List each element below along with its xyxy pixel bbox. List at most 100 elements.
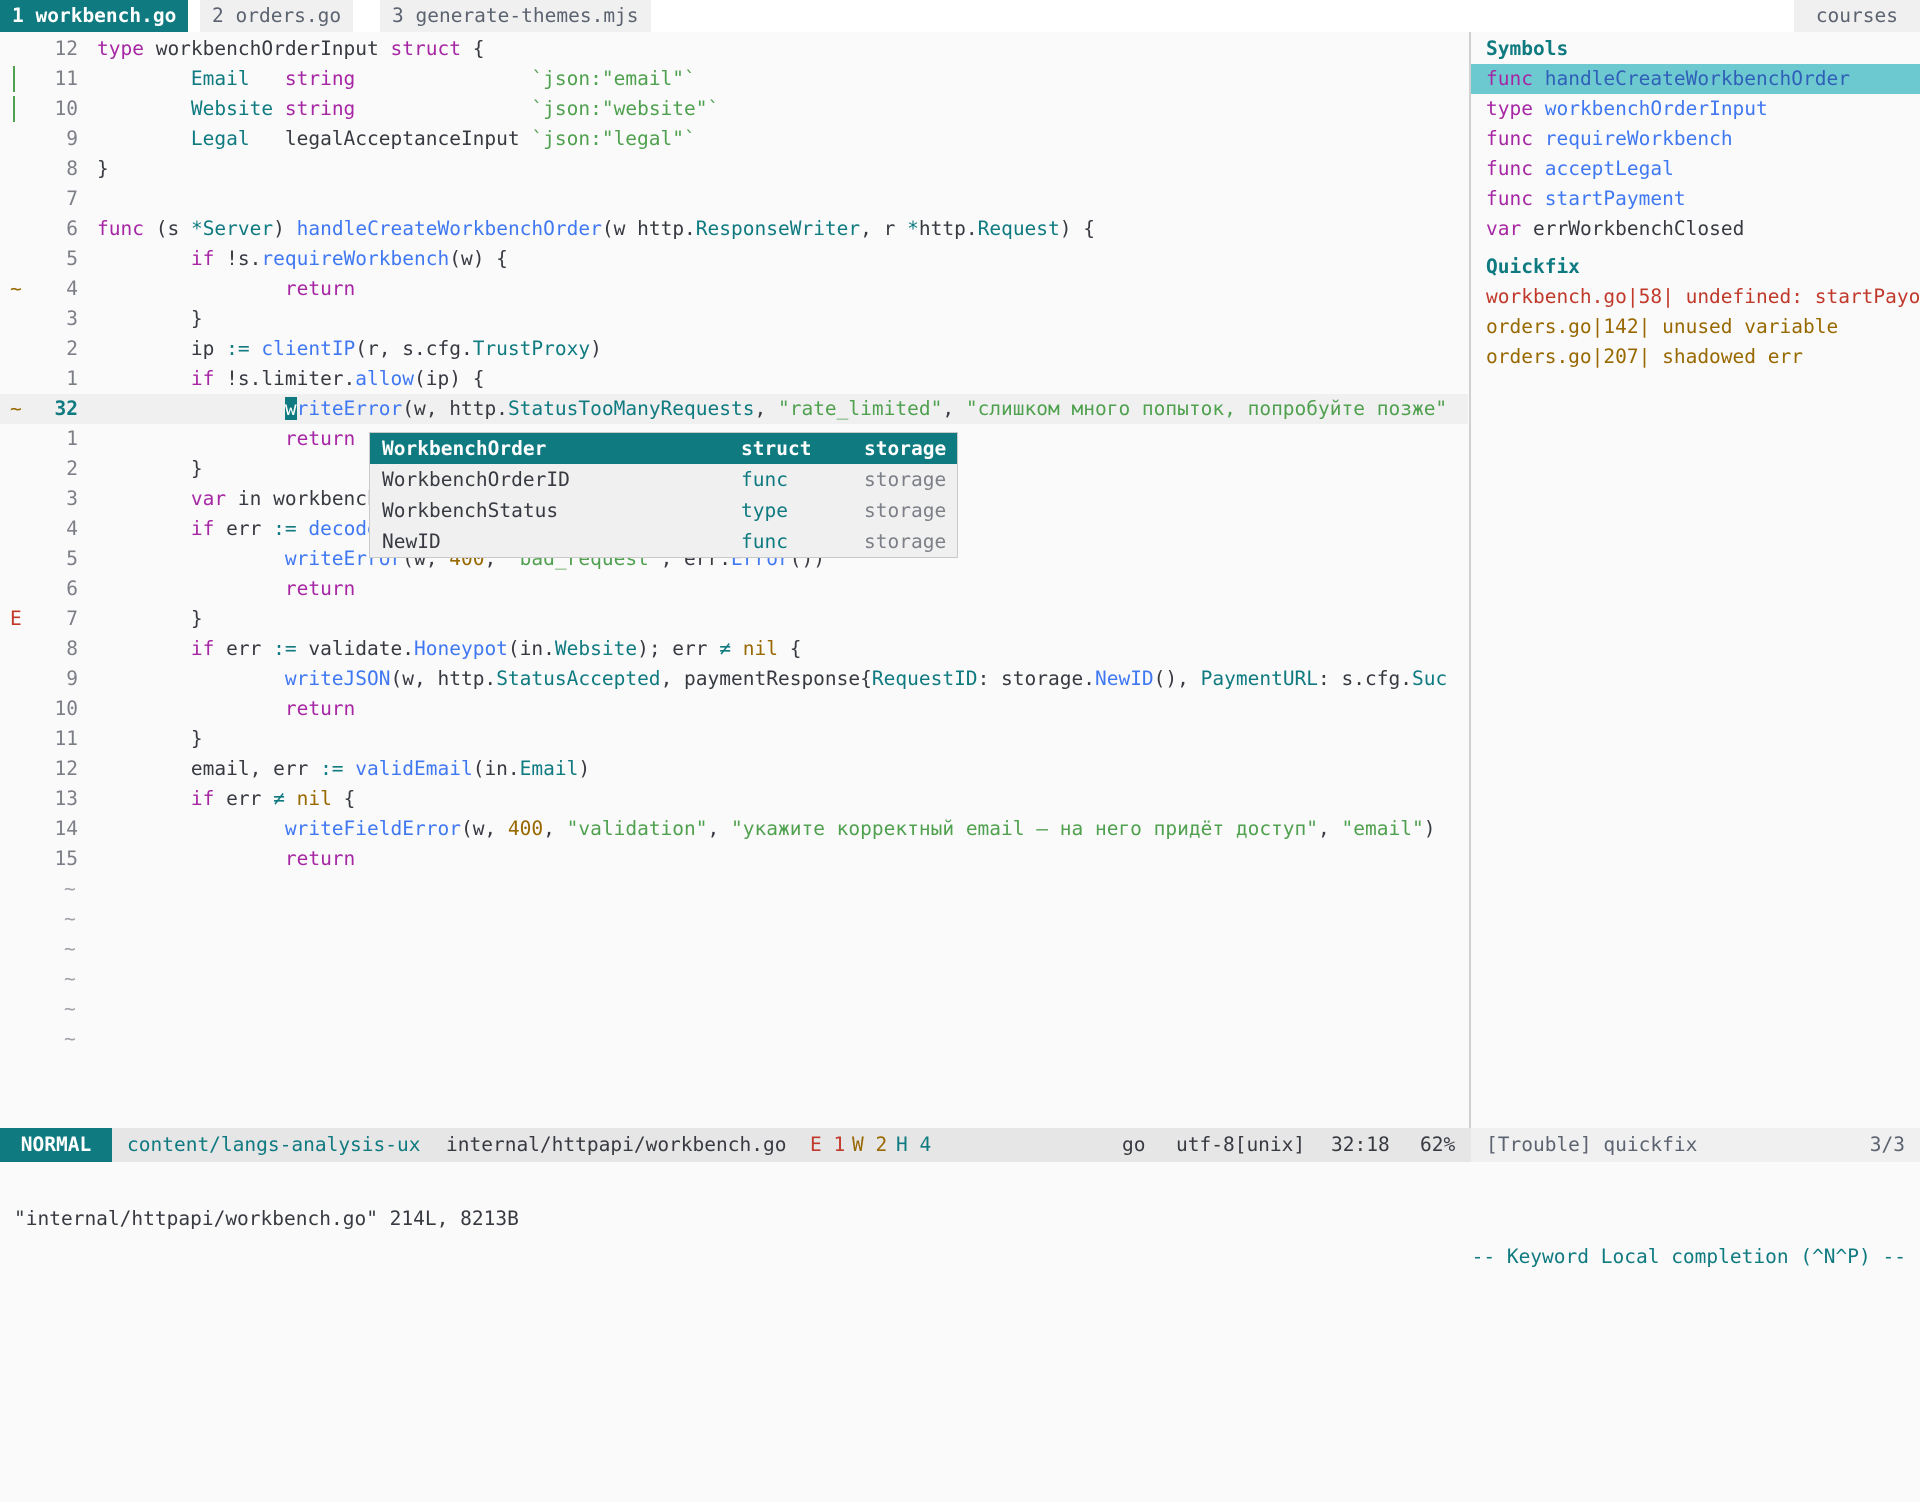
end-of-buffer-tilde: ~ [64,967,76,990]
code-line[interactable]: 9 writeJSON(w, http.StatusAccepted, paym… [0,664,1468,694]
empty-line: ~ [0,934,1468,964]
sign-column: ~ [10,277,22,300]
code-token: email, err [97,757,321,780]
git-added-marker [13,96,15,122]
code-line[interactable]: 12 email, err := validEmail(in.Email) [0,754,1468,784]
code-token: "укажите корректный email — на него прид… [731,817,1319,840]
completion-item-kind: func [741,468,788,491]
code-text: if err ≠ nil { [97,784,355,814]
symbol-name: handleCreateWorkbenchOrder [1544,67,1850,90]
code-line[interactable]: 12 type workbenchOrderInput struct { [0,34,1468,64]
tab-orders-go[interactable]: 2 orders.go [200,0,354,32]
completion-item[interactable]: NewID func storage [370,526,957,557]
code-token: := [273,517,297,540]
code-token: Legal [190,127,250,150]
code-token: "validation" [566,817,708,840]
line-number: 2 [66,337,78,360]
symbol-kind: func [1486,157,1533,180]
completion-item[interactable]: WorkbenchOrderID func storage [370,464,957,495]
symbol-kind: func [1486,67,1533,90]
code-token: !s. [214,247,262,270]
code-token: ip [97,337,227,360]
code-token: , [543,817,567,840]
line-number: 9 [66,667,78,690]
quickfix-item[interactable]: orders.go|142| unused variable [1471,312,1920,342]
line-number: 6 [66,217,78,240]
code-line[interactable]: 9 Legal legalAcceptanceInput `json:"lega… [0,124,1468,154]
code-token: writeFieldError [284,817,461,840]
code-line[interactable]: 11 Email string `json:"email"` [0,64,1468,94]
code-token: } [97,157,109,180]
code-line[interactable]: 13 if err ≠ nil { [0,784,1468,814]
symbol-item[interactable]: func startPayment [1471,184,1920,214]
line-number: 4 [66,517,78,540]
editor-pane[interactable]: 12 type workbenchOrderInput struct {11 Em… [0,32,1468,1128]
code-line[interactable]: ~4 return [0,274,1468,304]
code-line[interactable]: 14 writeFieldError(w, 400, "validation",… [0,814,1468,844]
code-line[interactable]: 8} [0,154,1468,184]
code-text: } [97,724,203,754]
code-text: return [97,274,355,304]
line-number: 5 [66,547,78,570]
code-text: type workbenchOrderInput struct { [97,34,484,64]
code-text: return [97,844,355,874]
line-number: 3 [66,307,78,330]
end-of-buffer-tilde: ~ [64,937,76,960]
code-token: if [190,517,215,540]
code-line[interactable]: 2 ip := clientIP(r, s.cfg.TrustProxy) [0,334,1468,364]
sidebar-pane[interactable]: Symbols func handleCreateWorkbenchOrder t… [1471,32,1920,1128]
code-token: Website [554,637,638,660]
code-token: ≠ [719,637,732,660]
code-token: if [190,637,215,660]
code-token: err [214,637,274,660]
code-token: ) [273,217,297,240]
mode-indicator: NORMAL [0,1128,112,1162]
line-number: 12 [54,757,78,780]
code-token: "rate_limited" [777,397,943,420]
symbol-item[interactable]: var errWorkbenchClosed [1471,214,1920,244]
symbol-item[interactable]: func requireWorkbench [1471,124,1920,154]
symbol-item[interactable]: func acceptLegal [1471,154,1920,184]
code-token: Email [190,67,250,90]
quickfix-item[interactable]: workbench.go|58| undefined: startPayout [1471,282,1920,312]
code-token: ) { [1059,217,1096,240]
code-line[interactable]: 5 if !s.requireWorkbench(w) { [0,244,1468,274]
tab-generate-themes-mjs[interactable]: 3 generate-themes.mjs [380,0,651,32]
code-line[interactable]: 6 return [0,574,1468,604]
code-token: (in. [507,637,555,660]
tab-workbench-go[interactable]: 1 workbench.go [0,0,189,32]
completion-item-kind: struct [741,437,812,460]
completion-item[interactable]: WorkbenchOrder struct storage [370,433,957,464]
cursor-position: 32:18 [1331,1133,1390,1156]
symbol-item[interactable]: type workbenchOrderInput [1471,94,1920,124]
code-line[interactable]: 15 return [0,844,1468,874]
completion-item-kind: type [741,499,788,522]
code-line[interactable]: ~32 writeError(w, http.StatusTooManyRequ… [0,394,1468,424]
code-line[interactable]: 11 } [0,724,1468,754]
code-token: func [97,217,144,240]
line-number: 5 [66,247,78,270]
code-line[interactable]: 8 if err := validate.Honeypot(in.Website… [0,634,1468,664]
code-line[interactable]: 10 Website string `json:"website"` [0,94,1468,124]
completion-item-menu: storage [864,530,947,553]
code-token: } [97,607,203,630]
quickfix-text: workbench.go|58| undefined: startPayout [1486,285,1920,308]
code-token: ResponseWriter [695,217,861,240]
quickfix-item[interactable]: orders.go|207| shadowed err [1471,342,1920,372]
command-line[interactable]: "internal/httpapi/workbench.go" 214L, 82… [0,1162,1920,1268]
code-line[interactable]: E 7 } [0,604,1468,634]
code-line[interactable]: 3 } [0,304,1468,334]
code-line[interactable]: 1 if !s.limiter.allow(ip) { [0,364,1468,394]
symbol-item[interactable]: func handleCreateWorkbenchOrder [1471,64,1920,94]
code-token: (w, [460,817,508,840]
line-number: 9 [66,127,78,150]
completion-item[interactable]: WorkbenchStatus type storage [370,495,957,526]
code-line[interactable]: 6 func (s *Server) handleCreateWorkbenchO… [0,214,1468,244]
code-line[interactable]: 7 [0,184,1468,214]
code-token: workbenchOrderInput [155,37,391,60]
code-line[interactable]: 10 return [0,694,1468,724]
